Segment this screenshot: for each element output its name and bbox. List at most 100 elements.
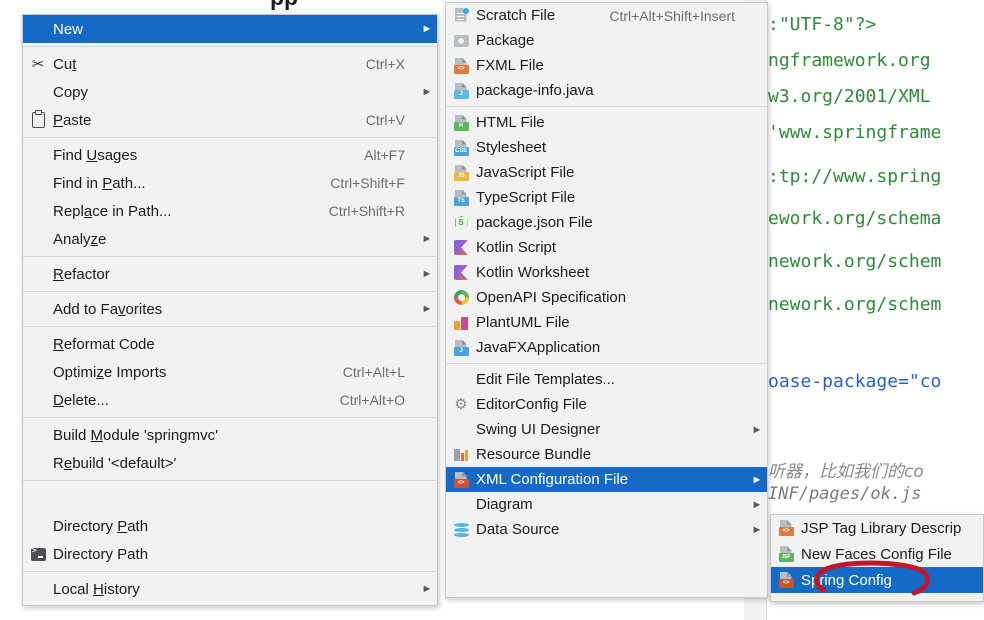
- xml-file-icon: <>: [446, 466, 476, 494]
- submenu-item-label: Kotlin Script: [476, 239, 557, 256]
- menu-item-shortcut: Ctrl+V: [365, 112, 405, 128]
- empty-icon-slot: [23, 330, 53, 358]
- menu-item-shortcut: Ctrl+Shift+R: [328, 203, 405, 219]
- new-submenu[interactable]: Scratch File Ctrl+Alt+Shift+Insert Packa…: [445, 2, 768, 598]
- submenu-item-fxml-file[interactable]: <> FXML File: [446, 53, 767, 78]
- submenu-item-html-file[interactable]: H HTML File: [446, 110, 767, 135]
- javafx-icon: J: [446, 334, 476, 362]
- packagejson-icon: S: [446, 209, 476, 237]
- empty-icon-slot: [23, 78, 53, 106]
- code-line: nework.org/schem: [768, 251, 942, 272]
- submenu-item-label: Data Source: [476, 521, 560, 538]
- menu-item-reformat-code[interactable]: Reformat Code: [23, 330, 437, 358]
- chevron-right-icon: ►: [421, 583, 433, 595]
- menu-item-find-usages[interactable]: Find Usages Alt+F7: [23, 141, 437, 169]
- submenu-item-shortcut: Ctrl+Alt+Shift+Insert: [609, 7, 735, 24]
- menu-item-new[interactable]: New ►: [23, 15, 437, 43]
- submenu-item-javascript-file[interactable]: JS JavaScript File: [446, 160, 767, 185]
- package-folder-icon: [446, 27, 476, 55]
- menu-item-reload-from-disk[interactable]: ↷ Local History: [23, 603, 437, 605]
- menu-item-label: Copy: [53, 83, 89, 101]
- submenu-item-package-info-java[interactable]: J package-info.java: [446, 78, 767, 103]
- chevron-right-icon: ►: [421, 268, 433, 280]
- menu-item-rebuild[interactable]: Rebuild '<default>': [23, 449, 437, 477]
- empty-icon-slot: [23, 197, 53, 225]
- menu-item-analyze[interactable]: Analyze ►: [23, 225, 437, 253]
- empty-icon-slot: [23, 358, 53, 386]
- menu-item-show-in-explorer[interactable]: [23, 484, 437, 512]
- editor-context-menu[interactable]: New ► ✂ Cut Ctrl+X Copy ► Paste Ctrl+V F…: [22, 14, 438, 606]
- submenu-item-label: Diagram: [476, 496, 533, 513]
- submenu-item-plantuml-file[interactable]: PlantUML File: [446, 310, 767, 335]
- typescript-file-icon: TS: [446, 184, 476, 212]
- scissors-icon: ✂: [31, 55, 45, 73]
- menu-item-cut[interactable]: ✂ Cut Ctrl+X: [23, 50, 437, 78]
- submenu-item-label: Package: [476, 32, 535, 49]
- submenu-item-diagram[interactable]: Diagram ►: [446, 492, 767, 517]
- menu-item-copy[interactable]: Copy ►: [23, 78, 437, 106]
- submenu-item-package[interactable]: Package: [446, 28, 767, 53]
- xml-file-icon: <>: [771, 515, 801, 542]
- submenu-item-new-faces-config-file[interactable]: JSF New Faces Config File: [771, 541, 983, 567]
- menu-item-build-module[interactable]: Build Module 'springmvc': [23, 421, 437, 449]
- xml-configuration-submenu[interactable]: <> JSP Tag Library Descrip JSF New Faces…: [770, 514, 984, 602]
- empty-icon-slot: [23, 15, 53, 43]
- submenu-item-typescript-file[interactable]: TS TypeScript File: [446, 185, 767, 210]
- menu-item-label: Cut: [53, 55, 77, 73]
- submenu-item-label: Resource Bundle: [476, 446, 592, 463]
- submenu-item-edit-file-templates[interactable]: Edit File Templates...: [446, 367, 767, 392]
- empty-icon-slot: [23, 225, 53, 253]
- submenu-item-label: EditorConfig File: [476, 396, 587, 413]
- menu-separator: [23, 46, 437, 47]
- empty-icon-slot: [23, 260, 53, 288]
- menu-item-label: Directory Path: [53, 517, 149, 535]
- menu-item-directory-path[interactable]: Directory Path: [23, 512, 437, 540]
- submenu-item-stylesheet[interactable]: CSS Stylesheet: [446, 135, 767, 160]
- menu-separator: [23, 417, 437, 418]
- submenu-item-label: Edit File Templates...: [476, 371, 615, 388]
- submenu-item-package-json-file[interactable]: S package.json File: [446, 210, 767, 235]
- submenu-item-label: Spring Config: [801, 571, 892, 589]
- resource-bundle-icon: [446, 441, 476, 469]
- menu-item-optimize-imports[interactable]: Optimize Imports Ctrl+Alt+L: [23, 358, 437, 386]
- menu-item-add-to-favorites[interactable]: Add to Favorites ►: [23, 295, 437, 323]
- plantuml-icon: [446, 309, 476, 337]
- menu-item-label: Optimize Imports: [53, 363, 167, 381]
- kotlin-icon: [446, 234, 476, 262]
- menu-item-replace-in-path[interactable]: Replace in Path... Ctrl+Shift+R: [23, 197, 437, 225]
- submenu-item-label: package.json File: [476, 214, 593, 231]
- menu-item-find-in-path[interactable]: Find in Path... Ctrl+Shift+F: [23, 169, 437, 197]
- submenu-item-openapi-specification[interactable]: OpenAPI Specification: [446, 285, 767, 310]
- menu-separator: [23, 571, 437, 572]
- menu-item-label: Analyze: [53, 230, 107, 248]
- submenu-item-editorconfig-file[interactable]: ⚙ EditorConfig File: [446, 392, 767, 417]
- submenu-item-resource-bundle[interactable]: Resource Bundle: [446, 442, 767, 467]
- empty-icon-slot: [446, 416, 476, 444]
- empty-icon-slot: [446, 366, 476, 394]
- menu-item-shortcut: Ctrl+X: [365, 56, 405, 72]
- menu-item-label: Add to Favorites: [53, 300, 163, 318]
- submenu-item-kotlin-script[interactable]: Kotlin Script: [446, 235, 767, 260]
- menu-item-local-history[interactable]: Local History ►: [23, 575, 437, 603]
- submenu-item-kotlin-worksheet[interactable]: Kotlin Worksheet: [446, 260, 767, 285]
- submenu-item-swing-ui-designer[interactable]: Swing UI Designer ►: [446, 417, 767, 442]
- submenu-item-label: Scratch File: [476, 7, 556, 24]
- openapi-icon: [446, 284, 476, 312]
- submenu-item-scratch-file[interactable]: Scratch File Ctrl+Alt+Shift+Insert: [446, 3, 767, 28]
- chevron-right-icon: ►: [751, 498, 763, 511]
- submenu-item-label: Kotlin Worksheet: [476, 264, 590, 281]
- menu-item-open-in-terminal[interactable]: Directory Path: [23, 540, 437, 568]
- submenu-item-data-source[interactable]: Data Source ►: [446, 517, 767, 542]
- submenu-item-jsp-tag-library-descriptor[interactable]: <> JSP Tag Library Descrip: [771, 515, 983, 541]
- fxml-file-icon: <>: [446, 52, 476, 80]
- submenu-item-spring-config[interactable]: <> Spring Config: [771, 567, 983, 593]
- menu-item-delete[interactable]: Delete... Ctrl+Alt+O: [23, 386, 437, 414]
- spring-file-icon: <>: [771, 566, 801, 594]
- submenu-item-xml-configuration-file[interactable]: <> XML Configuration File ►: [446, 467, 767, 492]
- menu-item-refactor[interactable]: Refactor ►: [23, 260, 437, 288]
- menu-item-label: Find Usages: [53, 146, 138, 164]
- menu-item-paste[interactable]: Paste Ctrl+V: [23, 106, 437, 134]
- clipboard-icon: [23, 106, 53, 134]
- code-line: w3.org/2001/XML: [768, 86, 931, 107]
- submenu-item-javafx-application[interactable]: J JavaFXApplication: [446, 335, 767, 360]
